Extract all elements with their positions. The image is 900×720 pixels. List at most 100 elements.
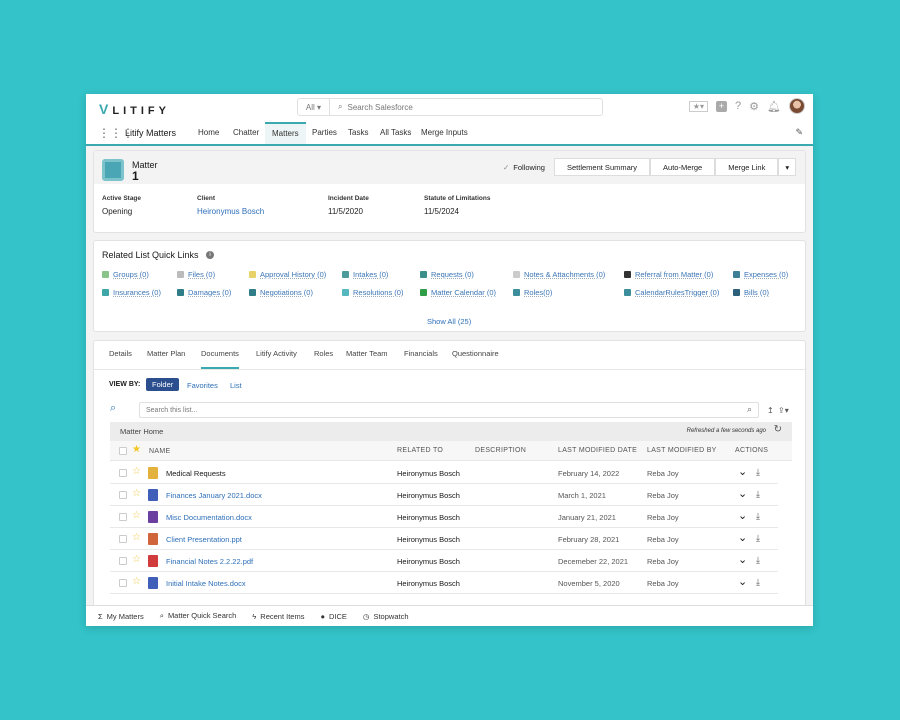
quick-link[interactable]: Damages (0) (177, 288, 231, 297)
litify-logo[interactable]: V LITIFY (99, 101, 170, 117)
quick-link[interactable]: Requests (0) (420, 270, 474, 279)
utility-item[interactable]: ⌕ Matter Quick Search (160, 611, 237, 621)
favorite-star-icon[interactable]: ☆ (132, 532, 141, 543)
document-name[interactable]: Financial Notes 2.2.22.pdf (166, 557, 253, 566)
quick-link[interactable]: Notes & Attachments (0) (513, 270, 605, 279)
quick-link[interactable]: Bills (0) (733, 288, 769, 297)
help-icon[interactable]: ? (735, 100, 741, 112)
quick-link[interactable]: Matter Calendar (0) (420, 288, 496, 297)
view-folder-button[interactable]: Folder (146, 378, 180, 391)
col-related-to[interactable]: RELATED TO (397, 447, 443, 454)
download-icon[interactable]: ⤓ (756, 577, 760, 588)
nav-tab-parties[interactable]: Parties (305, 122, 344, 144)
favorite-star-icon[interactable]: ☆ (132, 576, 141, 587)
tab-roles[interactable]: Roles (314, 349, 333, 369)
show-all-link[interactable]: Show All (25) (427, 317, 471, 326)
utility-item[interactable]: ◷ Stopwatch (363, 612, 409, 621)
tab-questionnaire[interactable]: Questionnaire (452, 349, 499, 369)
row-checkbox[interactable] (119, 491, 127, 499)
folder-name[interactable]: Matter Home (120, 427, 163, 436)
col-last-modified-by[interactable]: LAST MODIFIED BY (647, 447, 717, 454)
row-actions-chevron-icon[interactable]: ⌄ (738, 575, 747, 588)
col-name[interactable]: NAME (149, 448, 170, 455)
document-name[interactable]: Client Presentation.ppt (166, 535, 242, 544)
document-name[interactable]: Misc Documentation.docx (166, 513, 252, 522)
quick-link[interactable]: Files (0) (177, 270, 215, 279)
utility-item[interactable]: ● DICE (320, 612, 346, 621)
nav-tab-home[interactable]: Home (191, 122, 226, 144)
refresh-icon[interactable]: ↻ (774, 424, 782, 435)
document-search-input[interactable]: Search this list... ⌕ (139, 402, 759, 418)
tab-details[interactable]: Details (109, 349, 132, 369)
edit-nav-icon[interactable]: ✎ (795, 127, 803, 138)
row-checkbox[interactable] (119, 579, 127, 587)
row-actions-chevron-icon[interactable]: ⌄ (738, 553, 747, 566)
upload-icon[interactable]: ↥ (767, 406, 774, 415)
following-button[interactable]: ✓ Following (491, 158, 557, 176)
quick-link[interactable]: Roles(0) (513, 288, 552, 297)
more-actions-button[interactable]: ▾ (778, 158, 797, 176)
nav-tab-merge-inputs[interactable]: Merge Inputs (414, 122, 475, 144)
export-menu-icon[interactable]: ⇪▾ (778, 406, 789, 415)
utility-item[interactable]: Σ My Matters (98, 612, 144, 621)
tab-matter-plan[interactable]: Matter Plan (147, 349, 185, 369)
tab-financials[interactable]: Financials (404, 349, 438, 369)
document-name[interactable]: Finances January 2021.docx (166, 491, 262, 500)
row-actions-chevron-icon[interactable]: ⌄ (738, 465, 747, 478)
document-name[interactable]: Initial Intake Notes.docx (166, 579, 246, 588)
global-search[interactable]: All ▾ ⌕ Search Salesforce (297, 98, 603, 116)
download-icon[interactable]: ⤓ (756, 533, 760, 544)
bell-icon[interactable]: 🔔︎ (767, 100, 781, 113)
view-list-button[interactable]: List (230, 381, 242, 390)
search-scope-dropdown[interactable]: All ▾ (298, 99, 330, 115)
tab-documents[interactable]: Documents (201, 349, 239, 369)
quick-link[interactable]: Intakes (0) (342, 270, 388, 279)
nav-tab-tasks[interactable]: Tasks (341, 122, 375, 144)
download-icon[interactable]: ⤓ (756, 467, 760, 478)
avatar[interactable] (789, 98, 805, 114)
row-actions-chevron-icon[interactable]: ⌄ (738, 509, 747, 522)
download-icon[interactable]: ⤓ (756, 489, 760, 500)
row-checkbox[interactable] (119, 557, 127, 565)
auto-merge-button[interactable]: Auto-Merge (650, 158, 716, 176)
merge-link-button[interactable]: Merge Link (715, 158, 779, 176)
quick-link[interactable]: Approval History (0) (249, 270, 326, 279)
nav-tab-all-tasks[interactable]: All Tasks (373, 122, 418, 144)
favorite-star-icon[interactable]: ☆ (132, 488, 141, 499)
nav-tab-matters[interactable]: Matters (265, 122, 306, 144)
add-icon[interactable]: + (716, 100, 728, 112)
quick-link[interactable]: CalendarRulesTrigger (0) (624, 288, 719, 297)
col-description[interactable]: DESCRIPTION (475, 447, 526, 454)
download-icon[interactable]: ⤓ (756, 511, 760, 522)
favorite-star-icon[interactable]: ☆ (132, 554, 141, 565)
select-all-checkbox[interactable] (119, 447, 127, 455)
gear-icon[interactable]: ⚙ (749, 100, 759, 113)
settlement-summary-button[interactable]: Settlement Summary (554, 158, 651, 176)
col-last-modified-date[interactable]: LAST MODIFIED DATE (558, 447, 637, 454)
quick-link[interactable]: Referral from Matter (0) (624, 270, 713, 279)
quick-link[interactable]: Resolutions (0) (342, 288, 403, 297)
favorites-icon[interactable]: ★▾ (688, 100, 709, 112)
favorite-star-icon[interactable]: ☆ (132, 466, 141, 477)
document-name[interactable]: Medical Requests (166, 469, 226, 478)
row-checkbox[interactable] (119, 535, 127, 543)
search-input[interactable]: Search Salesforce (342, 103, 412, 112)
favorite-star-icon[interactable]: ☆ (132, 510, 141, 521)
tab-matter-team[interactable]: Matter Team (346, 349, 388, 369)
quick-link[interactable]: Groups (0) (102, 270, 149, 279)
advanced-search-icon[interactable]: ⌕ (110, 402, 116, 415)
info-icon[interactable]: i (206, 251, 214, 259)
quick-link[interactable]: Insurances (0) (102, 288, 161, 297)
row-actions-chevron-icon[interactable]: ⌄ (738, 487, 747, 500)
quick-link[interactable]: Expenses (0) (733, 270, 788, 279)
quick-link[interactable]: Negotiations (0) (249, 288, 313, 297)
row-checkbox[interactable] (119, 513, 127, 521)
client-link[interactable]: Heironymus Bosch (197, 207, 264, 216)
tab-litify-activity[interactable]: Litify Activity (256, 349, 297, 369)
utility-item[interactable]: ϟ Recent Items (252, 612, 304, 621)
row-checkbox[interactable] (119, 469, 127, 477)
row-actions-chevron-icon[interactable]: ⌄ (738, 531, 747, 544)
download-icon[interactable]: ⤓ (756, 555, 760, 566)
nav-tab-chatter[interactable]: Chatter (226, 122, 266, 144)
view-favorites-button[interactable]: Favorites (187, 381, 218, 390)
